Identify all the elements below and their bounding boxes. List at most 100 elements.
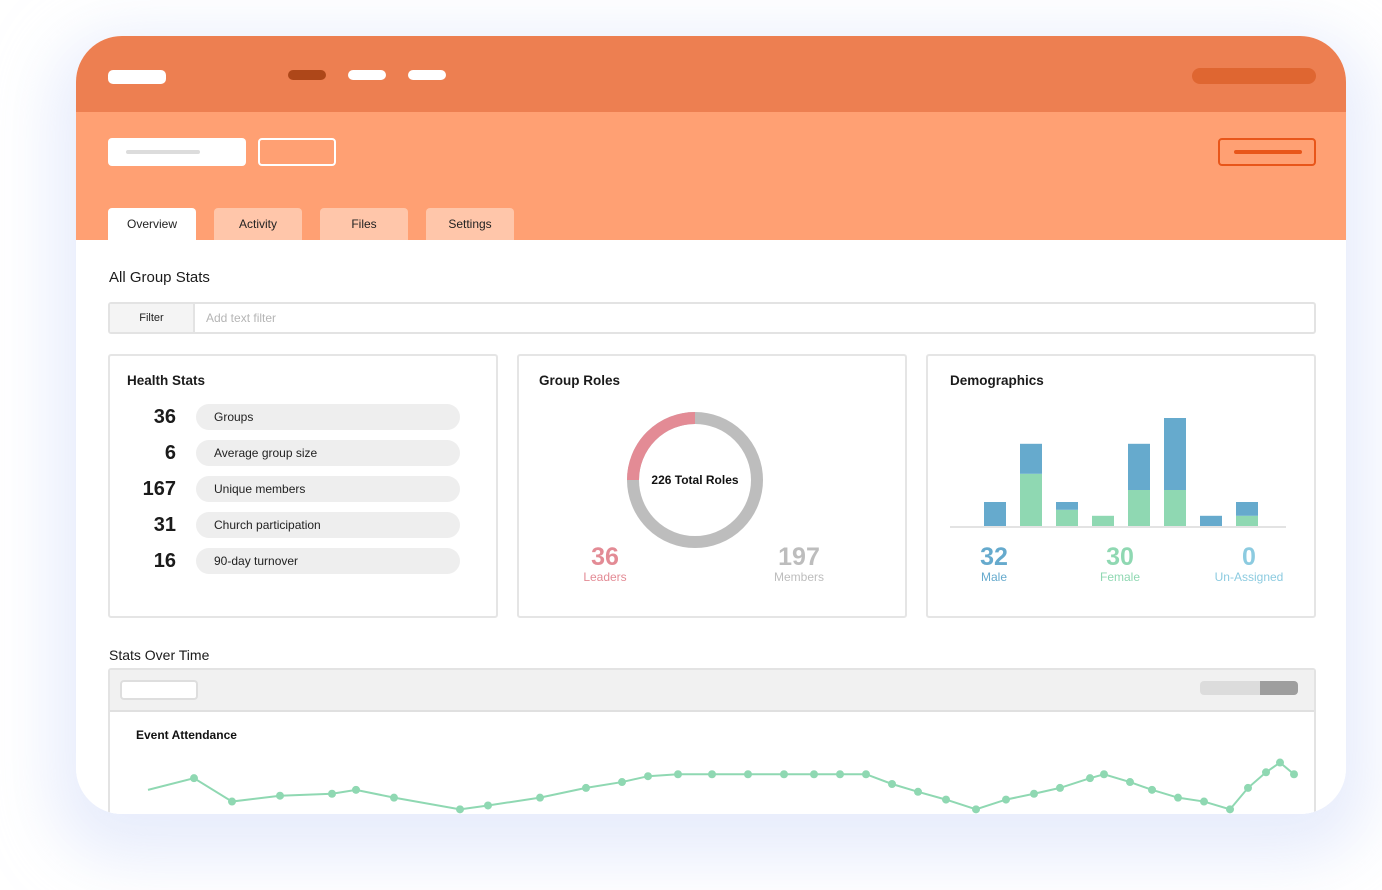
attendance-point[interactable] — [1126, 778, 1134, 787]
attendance-point[interactable] — [536, 793, 544, 802]
nav-item-2[interactable] — [348, 70, 386, 80]
page-title: All Group Stats — [109, 269, 210, 286]
stat-row: 167 Unique members — [110, 476, 496, 502]
stat-label: Average group size — [196, 440, 460, 466]
stat-label: 90-day turnover — [196, 548, 460, 574]
group-selector-text-placeholder — [126, 150, 200, 154]
bar-female-4 — [1092, 515, 1114, 526]
tab-overview[interactable]: Overview — [108, 208, 196, 240]
attendance-point[interactable] — [1002, 795, 1010, 804]
attendance-point[interactable] — [456, 805, 464, 814]
attendance-point[interactable] — [708, 770, 716, 779]
attendance-point[interactable] — [328, 789, 336, 798]
bar-female-6 — [1164, 490, 1186, 526]
attendance-point[interactable] — [888, 780, 896, 788]
attendance-point[interactable] — [1056, 783, 1064, 792]
attendance-point[interactable] — [810, 770, 818, 779]
bar-male-7 — [1200, 515, 1222, 526]
card-title: Health Stats — [127, 373, 206, 388]
nav-item-1[interactable] — [288, 70, 326, 80]
filter-button[interactable]: Filter — [110, 304, 195, 332]
bar-male-1 — [984, 502, 1006, 526]
bar-male-2 — [1020, 443, 1042, 474]
logo[interactable] — [108, 70, 166, 84]
male-count: 32 — [980, 543, 1008, 571]
attendance-point[interactable] — [276, 791, 284, 800]
stat-row: 36 Groups — [110, 404, 496, 430]
attendance-point[interactable] — [484, 801, 492, 810]
bar-female-5 — [1128, 490, 1150, 526]
attendance-point[interactable] — [1290, 770, 1298, 779]
health-stats-card: Health Stats 36 Groups 6 Average group s… — [108, 354, 498, 618]
attendance-point[interactable] — [228, 797, 236, 806]
unassigned-count: 0 — [1242, 543, 1256, 571]
attendance-point[interactable] — [1262, 768, 1270, 777]
text-filter-input[interactable] — [195, 304, 1314, 332]
bar-female-8 — [1236, 515, 1258, 526]
attendance-point[interactable] — [862, 770, 870, 779]
tab-files[interactable]: Files — [320, 208, 408, 240]
demographics-card: Demographics 32 Male 30 Female 0 Un-Assi… — [926, 354, 1316, 618]
attendance-point[interactable] — [1030, 789, 1038, 798]
attendance-point[interactable] — [1100, 770, 1108, 779]
bar-female-3 — [1056, 509, 1078, 526]
app-window: Overview Activity Files Settings All Gro… — [76, 36, 1346, 814]
bar-male-5 — [1128, 443, 1150, 490]
donut-center-label: 226 Total Roles — [651, 473, 738, 487]
demographics-bar-chart — [950, 418, 1286, 528]
attendance-point[interactable] — [942, 795, 950, 804]
attendance-point[interactable] — [972, 805, 980, 814]
members-label: Members — [773, 570, 824, 584]
event-attendance-line-chart — [147, 758, 1298, 814]
bar-male-6 — [1164, 418, 1186, 490]
stat-row: 16 90-day turnover — [110, 548, 496, 574]
chart-baseline — [950, 526, 1286, 528]
attendance-point[interactable] — [1148, 785, 1156, 794]
account-menu[interactable] — [1192, 68, 1316, 84]
attendance-point[interactable] — [1200, 797, 1208, 806]
attendance-point[interactable] — [190, 774, 198, 783]
attendance-point[interactable] — [1244, 783, 1252, 792]
attendance-point[interactable] — [1226, 805, 1234, 814]
bar-female-2 — [1020, 473, 1042, 526]
leaders-label: Leaders — [583, 570, 627, 584]
stat-value: 6 — [164, 442, 176, 464]
members-count: 197 — [778, 543, 820, 571]
attendance-point[interactable] — [744, 770, 752, 779]
female-label: Female — [1099, 570, 1140, 584]
attendance-point[interactable] — [582, 783, 590, 792]
attendance-point[interactable] — [644, 772, 652, 781]
primary-action-label-placeholder — [1234, 150, 1302, 154]
attendance-point[interactable] — [780, 770, 788, 779]
stats-over-time-panel: Event Attendance — [108, 668, 1316, 814]
filter-bar: Filter — [108, 302, 1316, 334]
group-selector[interactable] — [108, 138, 246, 166]
attendance-point[interactable] — [1276, 758, 1284, 767]
attendance-line — [147, 761, 1295, 811]
stat-value: 36 — [153, 406, 176, 428]
tab-settings[interactable]: Settings — [426, 208, 514, 240]
secondary-button[interactable] — [258, 138, 336, 166]
male-label: Male — [980, 570, 1007, 584]
unassigned-label: Un-Assigned — [1214, 570, 1284, 584]
stat-row: 6 Average group size — [110, 440, 496, 466]
stat-label: Church participation — [196, 512, 460, 538]
attendance-point[interactable] — [352, 785, 360, 794]
tab-activity[interactable]: Activity — [214, 208, 302, 240]
attendance-point[interactable] — [390, 793, 398, 802]
stat-value: 16 — [153, 550, 176, 572]
stats-over-time-title: Stats Over Time — [109, 647, 210, 663]
bar-male-8 — [1236, 502, 1258, 516]
nav-item-3[interactable] — [408, 70, 446, 80]
primary-action-button[interactable] — [1218, 138, 1316, 166]
attendance-point[interactable] — [1086, 774, 1094, 783]
female-count: 30 — [1106, 543, 1134, 571]
stat-label: Groups — [196, 404, 460, 430]
attendance-point[interactable] — [1174, 793, 1182, 802]
attendance-point[interactable] — [836, 770, 844, 779]
attendance-point[interactable] — [674, 770, 682, 779]
group-roles-card: Group Roles 226 Total Roles 36 Leaders 1… — [517, 354, 907, 618]
leaders-count: 36 — [591, 543, 619, 571]
attendance-point[interactable] — [618, 778, 626, 787]
attendance-point[interactable] — [914, 787, 922, 796]
